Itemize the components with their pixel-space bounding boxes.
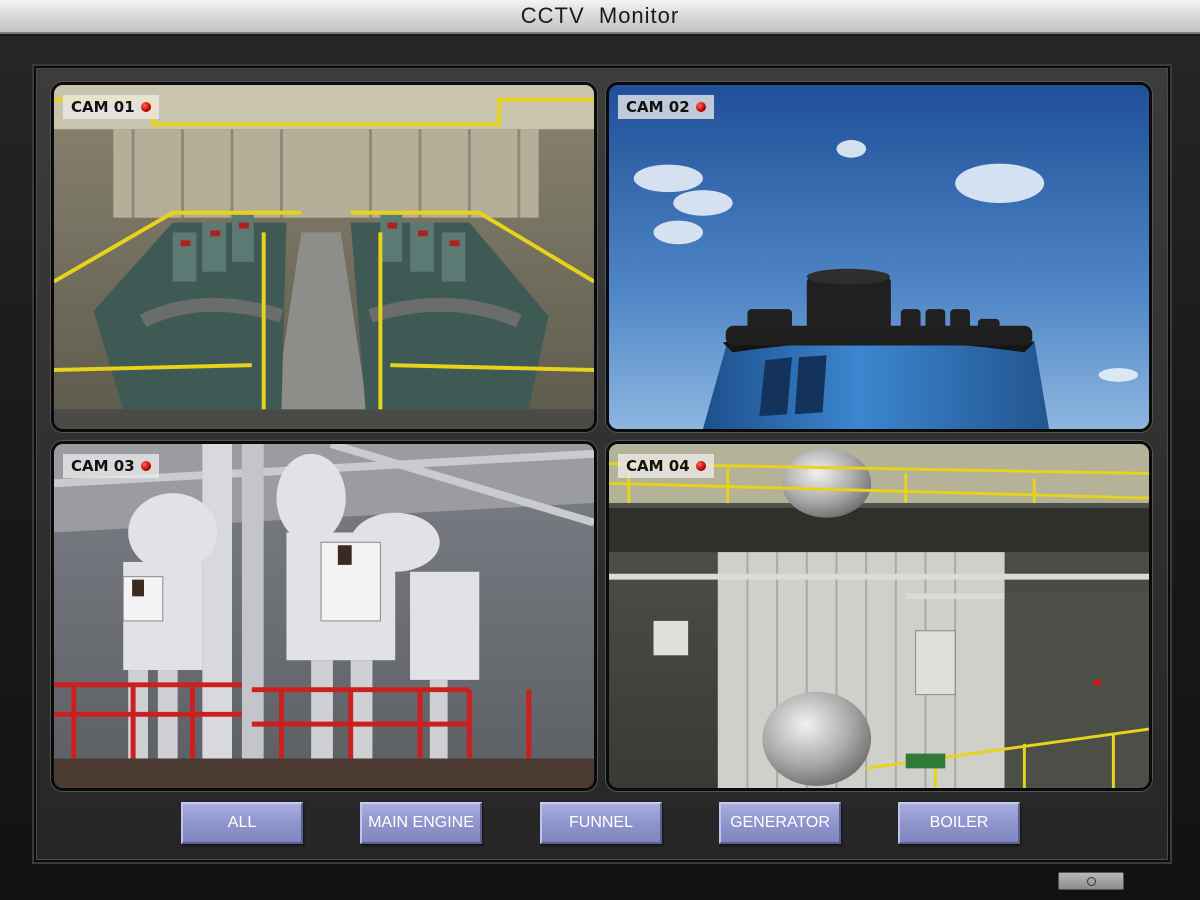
- camera-feed-1[interactable]: CAM 01: [51, 82, 597, 432]
- camera-feed-3[interactable]: CAM 03: [51, 441, 597, 791]
- camera-feed-4[interactable]: CAM 04: [606, 441, 1152, 791]
- power-icon: [1086, 876, 1096, 886]
- funnel-view: [609, 85, 1149, 429]
- recording-indicator-icon: [140, 102, 151, 112]
- camera-name-2: CAM 02: [626, 98, 690, 116]
- engine-room-view: [54, 85, 594, 429]
- main-engine-button[interactable]: MAIN ENGINE: [360, 802, 482, 844]
- recording-indicator-icon: [695, 102, 706, 112]
- generator-view: [54, 444, 594, 788]
- recording-indicator-icon: [140, 461, 151, 471]
- funnel-button[interactable]: FUNNEL: [540, 802, 662, 844]
- boiler-button[interactable]: BOILER: [898, 802, 1020, 844]
- window-title: CCTV Monitor: [520, 3, 680, 28]
- all-button[interactable]: ALL: [181, 802, 303, 844]
- title-bar: CCTV Monitor: [0, 0, 1200, 34]
- camera-feed-2[interactable]: CAM 02: [606, 82, 1152, 432]
- boiler-view: [609, 444, 1149, 788]
- camera-name-4: CAM 04: [626, 457, 690, 475]
- camera-label-2: CAM 02: [618, 95, 714, 119]
- camera-label-3: CAM 03: [63, 454, 159, 478]
- camera-label-4: CAM 04: [618, 454, 714, 478]
- recording-indicator-icon: [695, 461, 706, 471]
- power-button[interactable]: [1058, 872, 1124, 890]
- generator-button[interactable]: GENERATOR: [719, 802, 841, 844]
- camera-name-1: CAM 01: [71, 98, 135, 116]
- camera-name-3: CAM 03: [71, 457, 135, 475]
- camera-label-1: CAM 01: [63, 95, 159, 119]
